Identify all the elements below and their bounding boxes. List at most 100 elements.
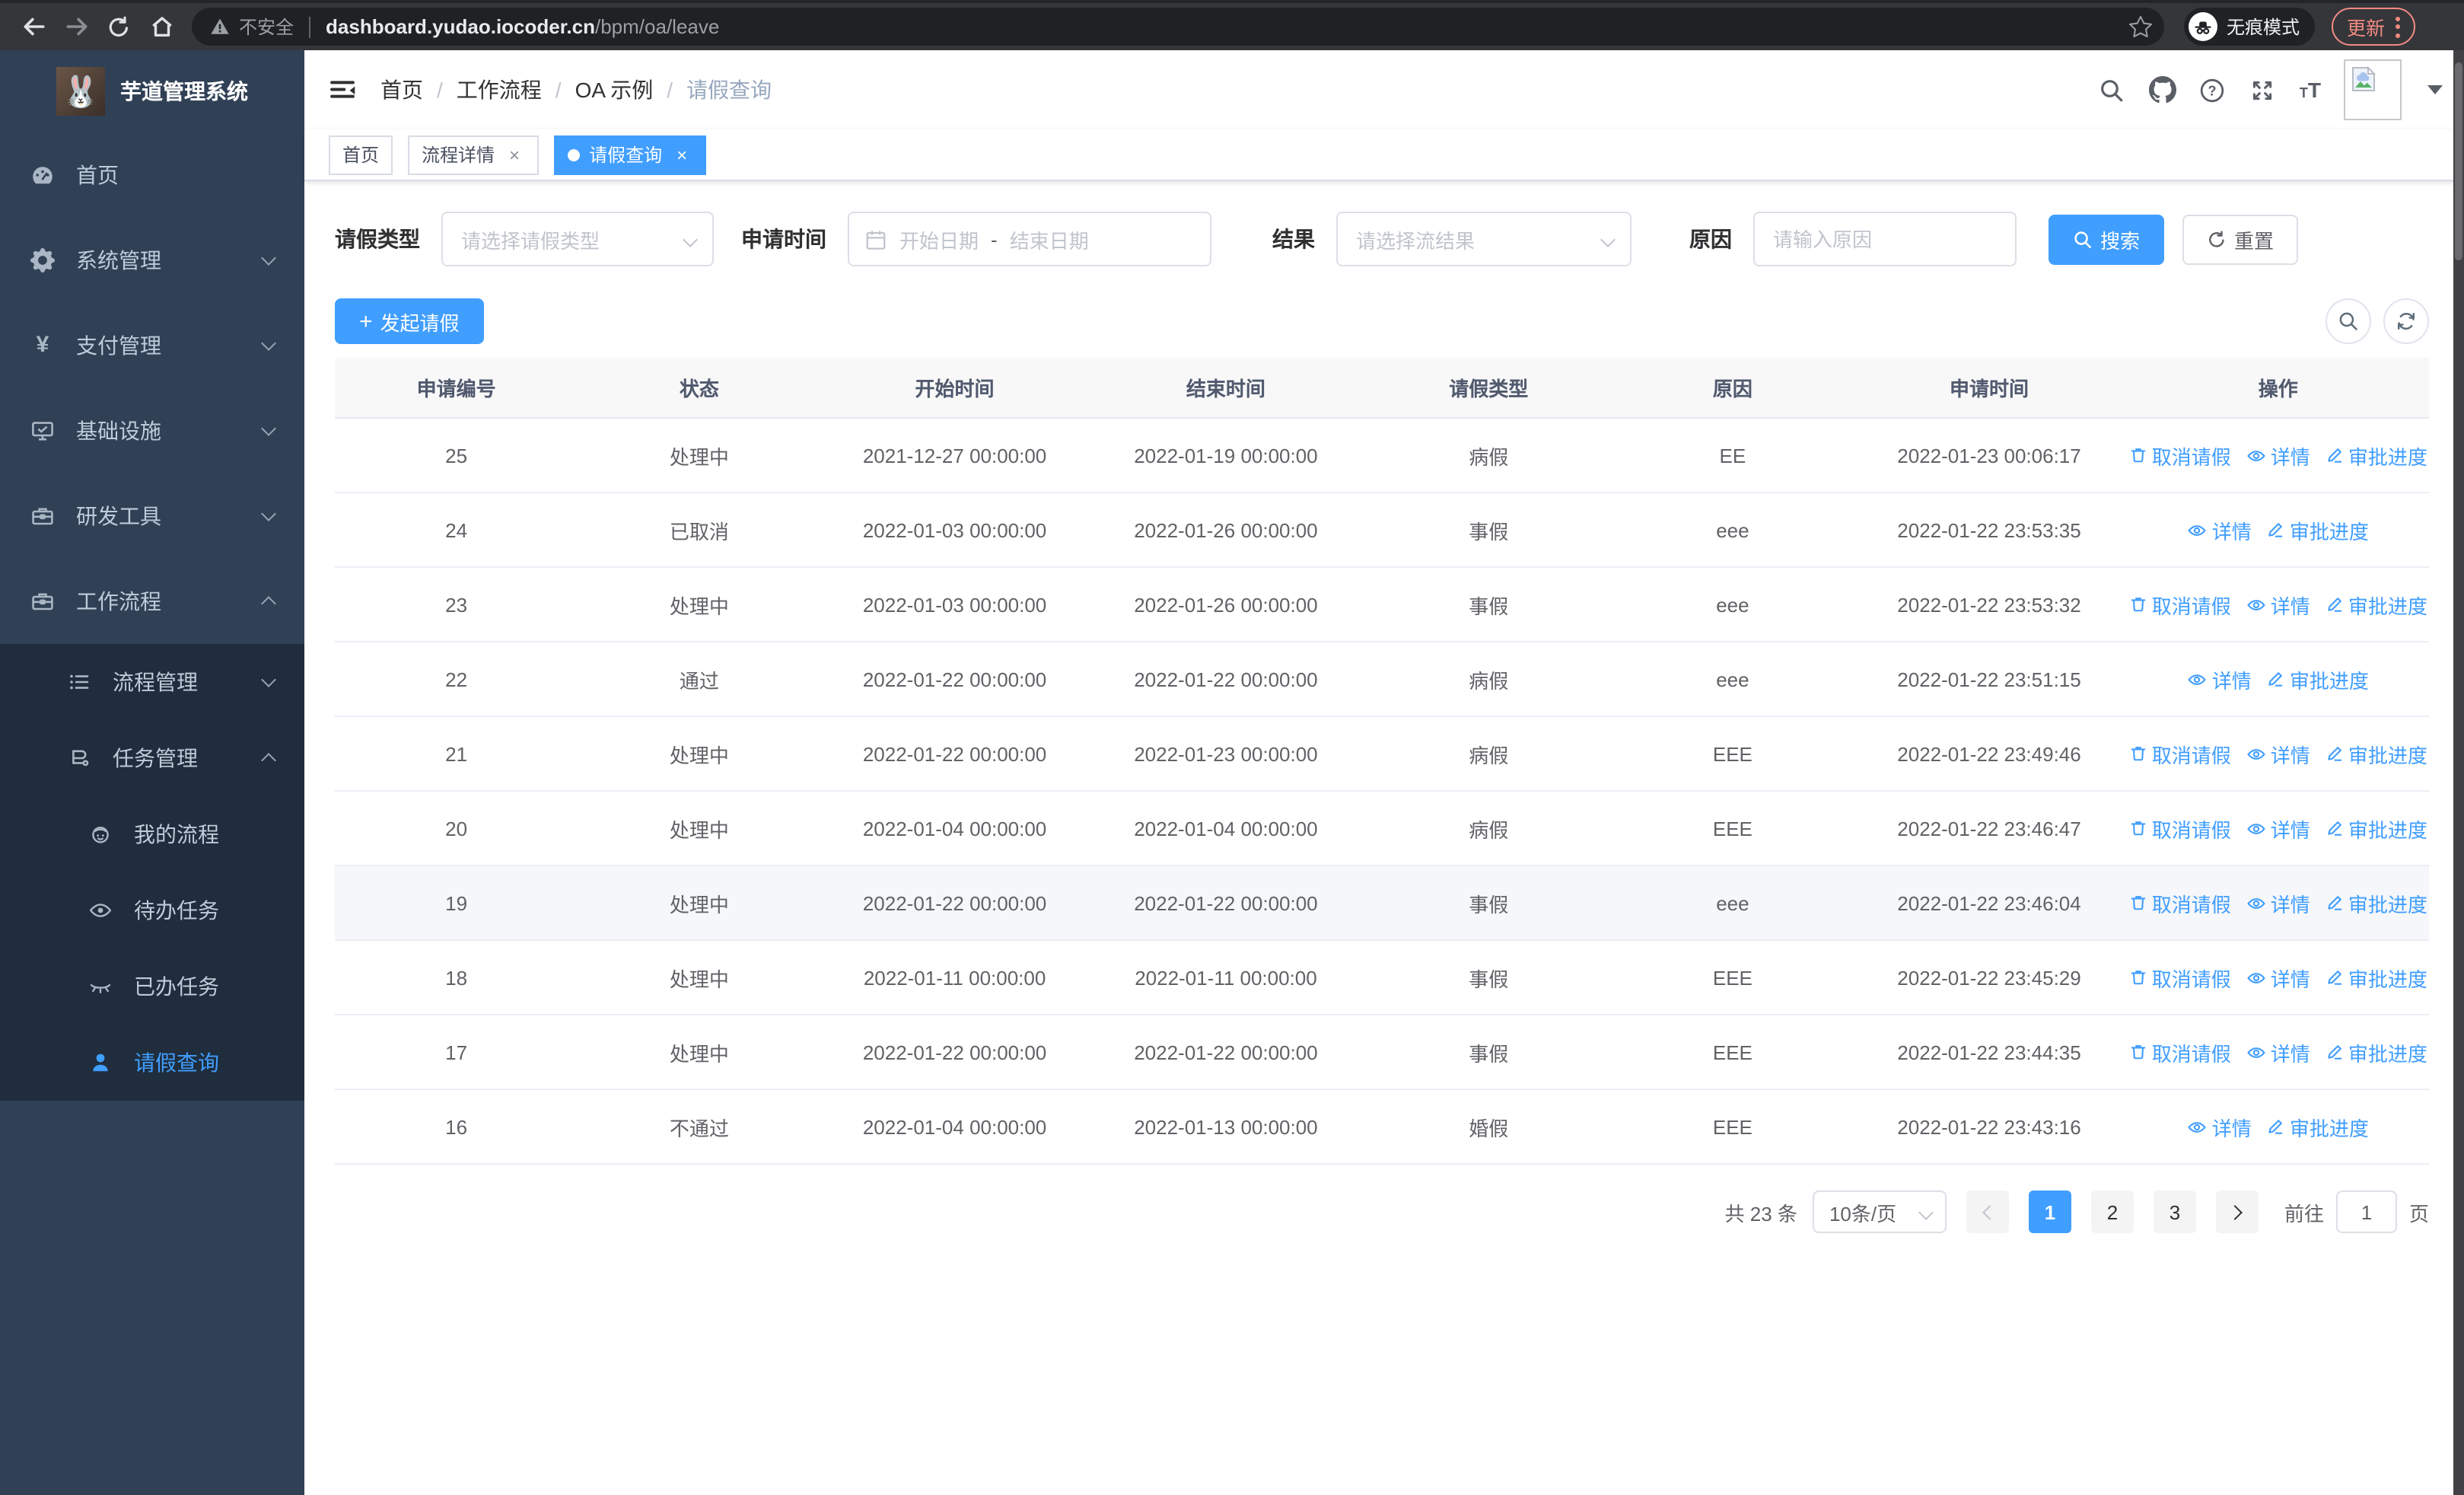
create-leave-button[interactable]: + 发起请假 bbox=[335, 298, 484, 344]
tag-leave-query[interactable]: 请假查询 × bbox=[554, 135, 707, 174]
sidebar-item-system[interactable]: 系统管理 bbox=[0, 218, 304, 303]
page-button-3[interactable]: 3 bbox=[2153, 1191, 2196, 1233]
page-button-1[interactable]: 1 bbox=[2028, 1191, 2071, 1233]
avatar-caret-icon[interactable] bbox=[2427, 85, 2443, 94]
action-progress-link[interactable]: 审批进度 bbox=[2326, 814, 2427, 843]
action-cancel-label: 取消请假 bbox=[2151, 818, 2231, 841]
action-cancel-link[interactable]: 取消请假 bbox=[2129, 1038, 2231, 1066]
table-row[interactable]: 24 已取消 2022-01-03 00:00:00 2022-01-26 00:00… bbox=[335, 493, 2429, 568]
tag-home[interactable]: 首页 bbox=[329, 135, 393, 174]
goto-page-input[interactable] bbox=[2335, 1191, 2397, 1233]
action-detail-link[interactable]: 详情 bbox=[2188, 665, 2252, 693]
table-row[interactable]: 18 处理中 2022-01-11 00:00:00 2022-01-11 00:00… bbox=[335, 941, 2429, 1015]
table-row[interactable]: 23 处理中 2022-01-03 00:00:00 2022-01-26 00:00… bbox=[335, 568, 2429, 642]
sidebar-item-workflow[interactable]: 工作流程 bbox=[0, 559, 304, 644]
search-icon[interactable] bbox=[2099, 76, 2126, 104]
help-icon[interactable]: ? bbox=[2199, 76, 2227, 104]
browser-forward-icon[interactable] bbox=[55, 5, 97, 48]
prev-page-button[interactable] bbox=[1966, 1191, 2009, 1233]
sidebar-item-done-tasks[interactable]: 已办任务 bbox=[0, 948, 304, 1025]
cell-start: 2022-01-22 00:00:00 bbox=[862, 668, 1047, 690]
reason-input[interactable] bbox=[1755, 213, 2015, 265]
breadcrumb-workflow[interactable]: 工作流程 bbox=[457, 75, 542, 105]
action-progress-link[interactable]: 审批进度 bbox=[2267, 1112, 2369, 1141]
table-row[interactable]: 20 处理中 2022-01-04 00:00:00 2022-01-04 00:00… bbox=[335, 792, 2429, 866]
sidebar-item-payment[interactable]: ¥ 支付管理 bbox=[0, 303, 304, 388]
sidebar-item-infra[interactable]: 基础设施 bbox=[0, 388, 304, 473]
browser-menu-update-button[interactable]: 更新 bbox=[2332, 8, 2416, 46]
cell-actions: 详情 审批进度 bbox=[2128, 1112, 2429, 1141]
table-row[interactable]: 22 通过 2022-01-22 00:00:00 2022-01-22 00:00:… bbox=[335, 642, 2429, 717]
tag-process-detail[interactable]: 流程详情 × bbox=[408, 135, 540, 174]
page-button-2[interactable]: 2 bbox=[2090, 1191, 2134, 1233]
result-select[interactable]: 请选择流结果 bbox=[1336, 212, 1632, 266]
action-detail-link[interactable]: 详情 bbox=[2246, 739, 2310, 768]
sidebar-item-devtools[interactable]: 研发工具 bbox=[0, 473, 304, 559]
action-progress-link[interactable]: 审批进度 bbox=[2267, 665, 2369, 693]
action-detail-link[interactable]: 详情 bbox=[2246, 441, 2310, 470]
action-progress-link[interactable]: 审批进度 bbox=[2326, 1038, 2427, 1066]
apply-time-range-picker[interactable]: 开始日期 - 结束日期 bbox=[848, 212, 1211, 266]
breadcrumb-oa[interactable]: OA 示例 bbox=[575, 75, 654, 105]
action-cancel-link[interactable]: 取消请假 bbox=[2129, 590, 2231, 619]
search-button[interactable]: 搜索 bbox=[2049, 214, 2165, 264]
page-size-select[interactable]: 10条/页 bbox=[1812, 1191, 1947, 1233]
browser-home-icon[interactable] bbox=[140, 5, 183, 48]
action-detail-link[interactable]: 详情 bbox=[2246, 814, 2310, 843]
sidebar-fold-icon[interactable] bbox=[329, 76, 356, 104]
refresh-table-button[interactable] bbox=[2383, 298, 2429, 344]
app-logo-row[interactable]: 🐰 芋道管理系统 bbox=[0, 50, 304, 132]
github-icon[interactable] bbox=[2148, 76, 2176, 104]
url-bar[interactable]: 不安全 dashboard.yudao.iocoder.cn/bpm/oa/le… bbox=[192, 8, 2164, 46]
action-cancel-link[interactable]: 取消请假 bbox=[2129, 814, 2231, 843]
sidebar-item-leave-query[interactable]: 请假查询 bbox=[0, 1025, 304, 1101]
bookmark-star-icon[interactable] bbox=[2129, 15, 2152, 38]
action-detail-link[interactable]: 详情 bbox=[2188, 515, 2252, 544]
table-row[interactable]: 21 处理中 2022-01-22 00:00:00 2022-01-23 00:00… bbox=[335, 717, 2429, 792]
close-icon[interactable]: × bbox=[671, 144, 692, 165]
sidebar-item-home[interactable]: 首页 bbox=[0, 132, 304, 218]
table-row[interactable]: 25 处理中 2021-12-27 00:00:00 2022-01-19 00:00… bbox=[335, 419, 2429, 493]
browser-scrollbar[interactable] bbox=[2453, 50, 2464, 1495]
action-cancel-link[interactable]: 取消请假 bbox=[2129, 888, 2231, 917]
scrollbar-thumb[interactable] bbox=[2455, 62, 2462, 260]
table-row[interactable]: 19 处理中 2022-01-22 00:00:00 2022-01-22 00:00… bbox=[335, 866, 2429, 941]
action-detail-link[interactable]: 详情 bbox=[2246, 963, 2310, 992]
action-progress-link[interactable]: 审批进度 bbox=[2326, 739, 2427, 768]
action-progress-link[interactable]: 审批进度 bbox=[2326, 590, 2427, 619]
browser-back-icon[interactable] bbox=[12, 5, 55, 48]
action-progress-link[interactable]: 审批进度 bbox=[2326, 888, 2427, 917]
fullscreen-icon[interactable] bbox=[2249, 76, 2277, 104]
sidebar-item-process-mgmt[interactable]: 流程管理 bbox=[0, 644, 304, 720]
avatar[interactable] bbox=[2344, 59, 2402, 120]
action-progress-link[interactable]: 审批进度 bbox=[2326, 441, 2427, 470]
toggle-search-button[interactable] bbox=[2326, 298, 2371, 344]
browser-reload-icon[interactable] bbox=[97, 5, 140, 48]
action-detail-link[interactable]: 详情 bbox=[2246, 1038, 2310, 1066]
table-row[interactable]: 16 不通过 2022-01-04 00:00:00 2022-01-13 00:00… bbox=[335, 1090, 2429, 1165]
close-icon[interactable]: × bbox=[504, 144, 525, 165]
action-cancel-link[interactable]: 取消请假 bbox=[2129, 739, 2231, 768]
action-detail-link[interactable]: 详情 bbox=[2246, 888, 2310, 917]
action-cancel-link[interactable]: 取消请假 bbox=[2129, 441, 2231, 470]
security-indicator[interactable]: 不安全 bbox=[210, 14, 294, 40]
sidebar-item-todo-tasks[interactable]: 待办任务 bbox=[0, 872, 304, 948]
col-apply-time: 申请时间 bbox=[1949, 378, 2029, 400]
next-page-button[interactable] bbox=[2215, 1191, 2259, 1233]
action-cancel-link[interactable]: 取消请假 bbox=[2129, 963, 2231, 992]
table-row[interactable]: 17 处理中 2022-01-22 00:00:00 2022-01-22 00:00… bbox=[335, 1015, 2429, 1090]
action-detail-link[interactable]: 详情 bbox=[2246, 590, 2310, 619]
reason-field[interactable] bbox=[1753, 212, 2017, 266]
action-progress-link[interactable]: 审批进度 bbox=[2326, 963, 2427, 992]
goto-unit-label: 页 bbox=[2408, 1202, 2429, 1225]
breadcrumb-home[interactable]: 首页 bbox=[380, 75, 423, 105]
kebab-menu-icon[interactable] bbox=[2396, 16, 2401, 37]
cell-actions: 详情 审批进度 bbox=[2128, 515, 2429, 544]
action-progress-link[interactable]: 审批进度 bbox=[2267, 515, 2369, 544]
font-size-icon[interactable]: TT bbox=[2300, 78, 2321, 100]
reset-button[interactable]: 重置 bbox=[2182, 214, 2299, 264]
sidebar-item-task-mgmt[interactable]: 任务管理 bbox=[0, 720, 304, 796]
leave-type-select[interactable]: 请选择请假类型 bbox=[441, 212, 714, 266]
action-detail-link[interactable]: 详情 bbox=[2188, 1112, 2252, 1141]
sidebar-item-my-process[interactable]: 我的流程 bbox=[0, 796, 304, 872]
